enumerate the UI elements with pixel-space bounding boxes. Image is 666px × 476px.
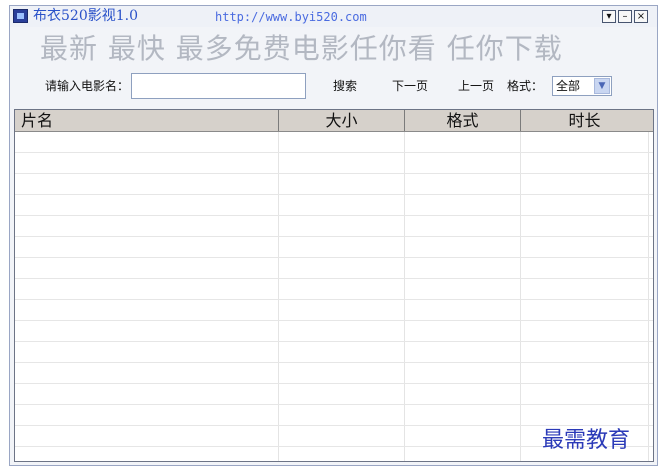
table-row[interactable]	[15, 216, 653, 237]
title-bar[interactable]: 布衣520影视1.0 http://www.byi520.com ▾ – ×	[10, 6, 657, 27]
table-row[interactable]	[15, 195, 653, 216]
column-header-format[interactable]: 格式	[404, 110, 520, 131]
minimize-icon: ▾	[606, 11, 612, 22]
next-page-button[interactable]: 下一页	[390, 78, 430, 94]
format-label: 格式：	[507, 79, 544, 93]
format-select[interactable]: 全部 ▼	[552, 76, 612, 96]
column-header-duration[interactable]: 时长	[520, 110, 648, 131]
table-row[interactable]	[15, 174, 653, 195]
table-row[interactable]	[15, 237, 653, 258]
table-row[interactable]	[15, 132, 653, 153]
window-title: 布衣520影视1.0	[33, 8, 138, 24]
restore-icon: –	[622, 11, 628, 22]
website-url: http://www.byi520.com	[215, 10, 367, 24]
table-row[interactable]	[15, 300, 653, 321]
close-button[interactable]: ×	[634, 10, 648, 23]
search-button[interactable]: 搜索	[331, 78, 359, 94]
table-row[interactable]	[15, 258, 653, 279]
table-row[interactable]	[15, 321, 653, 342]
table-row[interactable]	[15, 363, 653, 384]
table-row[interactable]	[15, 153, 653, 174]
table-row[interactable]	[15, 279, 653, 300]
restore-button[interactable]: –	[618, 10, 632, 23]
minimize-button[interactable]: ▾	[602, 10, 616, 23]
column-header-size[interactable]: 大小	[278, 110, 404, 131]
column-header-title[interactable]: 片名	[21, 110, 277, 131]
prev-page-button[interactable]: 上一页	[456, 78, 496, 94]
slogan-banner: 最新 最快 最多免费电影任你看 任你下载	[40, 32, 563, 65]
chevron-down-icon[interactable]: ▼	[594, 78, 610, 94]
close-icon: ×	[636, 11, 646, 22]
app-window: 布衣520影视1.0 http://www.byi520.com ▾ – × 最…	[9, 5, 658, 466]
movie-search-input[interactable]	[131, 73, 306, 99]
format-select-value: 全部	[556, 79, 581, 93]
watermark-text: 最需教育	[542, 428, 631, 453]
search-label: 请输入电影名：	[45, 79, 130, 93]
movie-table: 片名 大小 格式 时长	[14, 109, 654, 462]
table-header: 片名 大小 格式 时长	[15, 110, 653, 132]
table-row[interactable]	[15, 342, 653, 363]
app-icon	[13, 9, 28, 23]
table-row[interactable]	[15, 405, 653, 426]
table-row[interactable]	[15, 384, 653, 405]
